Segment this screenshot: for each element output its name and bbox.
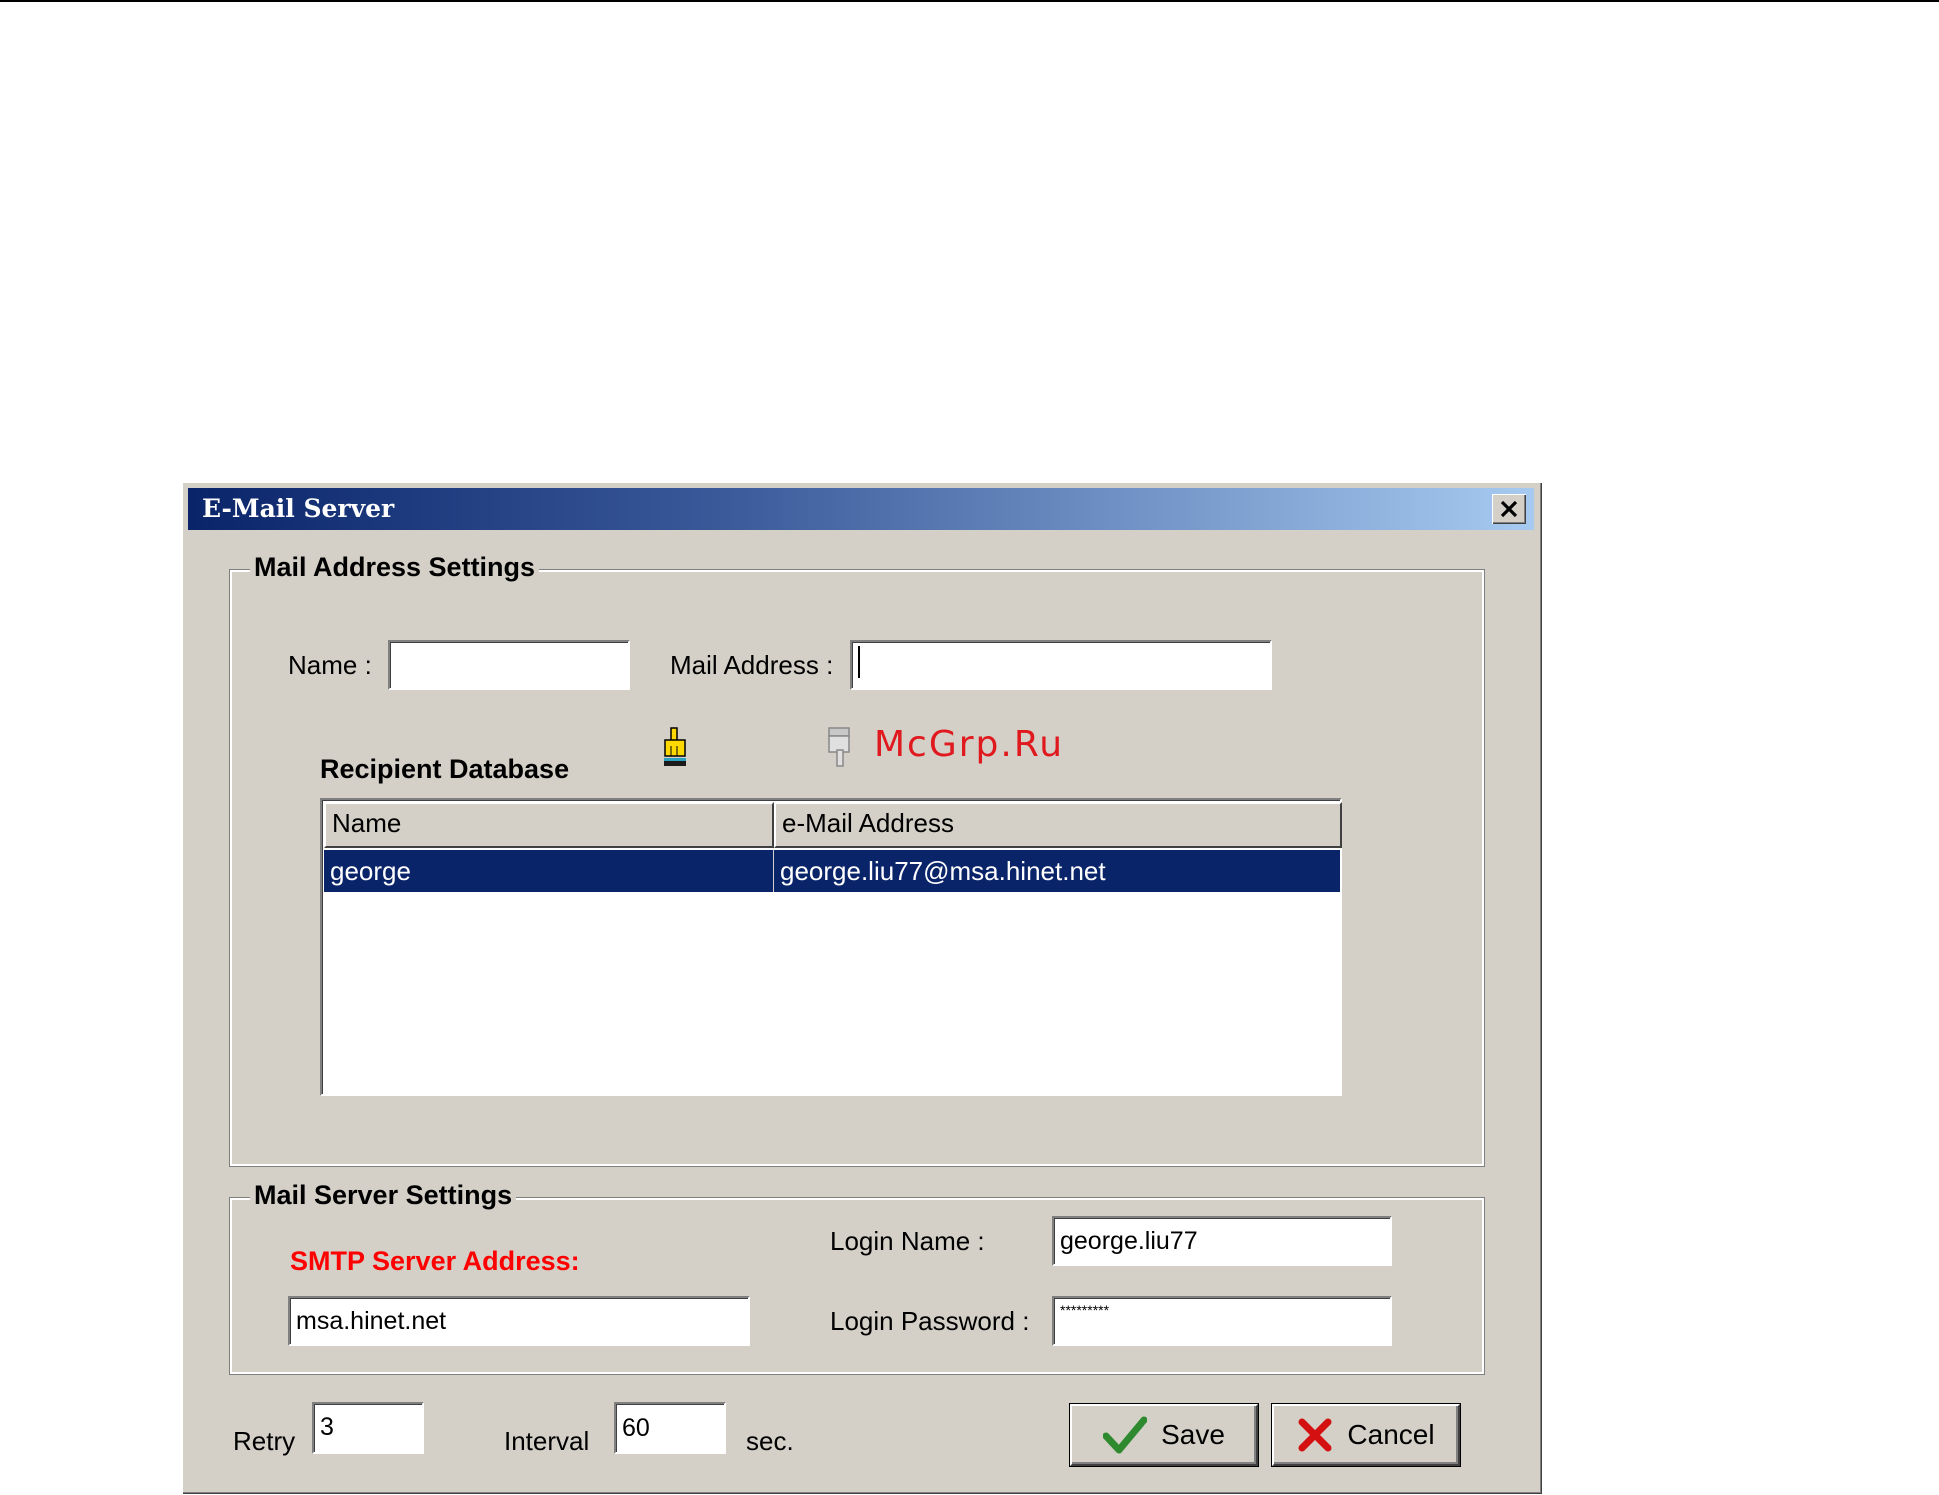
pointing-hand-add-icon [664, 727, 686, 766]
save-button-label: Save [1161, 1419, 1225, 1450]
smtp-server-input[interactable] [288, 1296, 750, 1346]
login-name-input[interactable] [1052, 1216, 1392, 1266]
checkmark-icon [1103, 1416, 1148, 1454]
recipient-list[interactable]: Name e-Mail Address george george.liu77@… [320, 798, 1342, 1096]
login-password-input[interactable]: ********* [1052, 1296, 1392, 1346]
table-row[interactable]: george george.liu77@msa.hinet.net [324, 850, 1340, 892]
mail-server-settings-title: Mail Server Settings [250, 1180, 517, 1211]
mail-address-settings-title: Mail Address Settings [250, 552, 540, 583]
red-x-icon [1298, 1418, 1332, 1452]
close-button[interactable] [1492, 494, 1526, 524]
login-name-label: Login Name : [830, 1226, 985, 1256]
pointing-hand-delete-icon [828, 727, 850, 767]
text-caret [858, 646, 860, 678]
recipient-database-title: Recipient Database [320, 754, 570, 784]
smtp-server-label: SMTP Server Address: [290, 1246, 580, 1276]
watermark-text: McGrp.Ru [874, 724, 1065, 765]
title-bar[interactable]: E-Mail Server [188, 488, 1534, 530]
column-header-name[interactable]: Name [324, 802, 774, 848]
window-title: E-Mail Server [202, 494, 395, 523]
cancel-button-label: Cancel [1347, 1419, 1435, 1450]
column-header-email[interactable]: e-Mail Address [774, 802, 1342, 848]
save-button[interactable]: Save [1070, 1404, 1258, 1466]
login-password-label: Login Password : [830, 1306, 1030, 1336]
cancel-button[interactable]: Cancel [1272, 1404, 1460, 1466]
retry-input[interactable] [312, 1402, 424, 1454]
interval-label: Interval [504, 1426, 590, 1456]
password-mask: ********* [1060, 1302, 1110, 1318]
list-header: Name e-Mail Address [324, 802, 1342, 848]
name-input[interactable] [388, 640, 630, 690]
mail-address-input[interactable] [850, 640, 1272, 690]
top-border-line [0, 0, 1939, 2]
sec-label: sec. [746, 1426, 794, 1456]
add-recipient-button[interactable] [660, 726, 690, 770]
interval-input[interactable] [614, 1402, 726, 1454]
delete-recipient-button[interactable] [824, 726, 854, 770]
retry-label: Retry [233, 1426, 296, 1456]
mail-address-label: Mail Address : [670, 650, 834, 680]
row-email-cell: george.liu77@msa.hinet.net [780, 856, 1106, 886]
close-icon [1500, 500, 1518, 518]
name-label: Name : [288, 650, 372, 680]
row-name-cell: george [324, 850, 774, 892]
